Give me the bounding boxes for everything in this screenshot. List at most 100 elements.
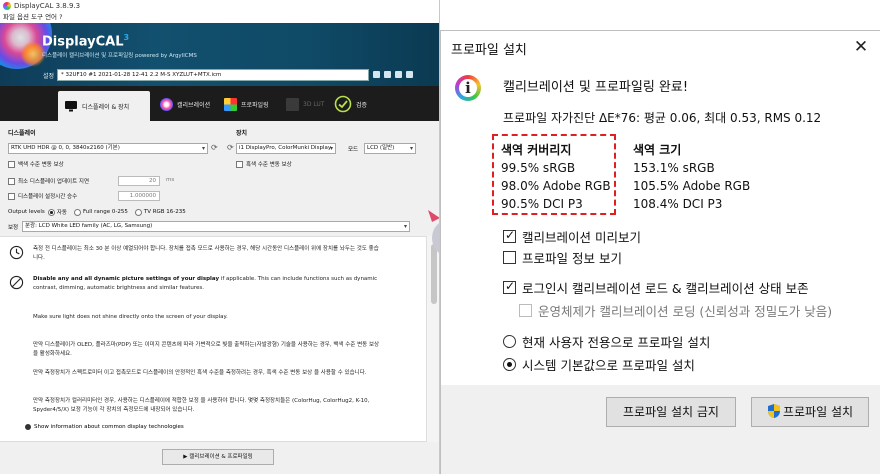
radio-dot	[503, 335, 516, 348]
white-level-drift-checkbox[interactable]: 백색 수준 변동 보상	[8, 160, 64, 168]
info-oled-text: 만약 디스플레이가 OLED, 플라즈마(PDP) 또는 이미지 콘텐츠에 따라…	[33, 342, 380, 357]
info-scrollbar[interactable]	[426, 236, 439, 442]
install-current-user-label: 현재 사용자 전용으로 프로파일 설치	[522, 335, 711, 350]
tab-3d-lut[interactable]: 3D LUT	[286, 91, 324, 117]
output-full-radio[interactable]: Full range 0-255	[73, 208, 128, 216]
dialog-footer: 프로파일 설치 금지 프로파일 설치	[441, 385, 880, 474]
tab-verification-label: 검증	[356, 101, 368, 109]
os-calibration-loading-checkbox[interactable]: 운영체제가 캘리브레이션 로딩 (신뢰성과 정밀도가 낮음)	[519, 301, 832, 320]
tab-verification[interactable]: 검증	[334, 91, 367, 117]
menu-bar[interactable]: 파일 옵션 도구 언어 ?	[0, 12, 439, 23]
output-full-label: Full range 0-255	[82, 209, 128, 215]
brand-title: DisplayCAL3	[42, 33, 130, 50]
tab-3d-lut-label: 3D LUT	[303, 100, 325, 108]
info-dynamic-text: Disable any and all dynamic picture sett…	[33, 275, 383, 292]
info-pane: 측정 전 디스플레이는 최소 30 분 이상 예열되어야 합니다. 장치를 접촉…	[0, 236, 426, 442]
display-tech-link-label: Show information about common display te…	[34, 424, 184, 430]
settle-multiplier-label: 디스플레이 설정시간 승수	[18, 194, 78, 200]
mode-select[interactable]: LCD (일반)	[364, 143, 416, 154]
profile-install-dialog: 프로파일 설치 ✕ i 캘리브레이션 및 프로파일링 완료! 프로파일 자가진단…	[440, 30, 880, 474]
display-icon	[65, 101, 77, 112]
settle-multiplier-checkbox[interactable]: 디스플레이 설정시간 승수	[8, 192, 77, 200]
app-banner: DisplayCAL3 디스플레이 캘리브레이션 및 프로파일링 powered…	[0, 23, 439, 86]
install-current-user-radio[interactable]: 현재 사용자 전용으로 프로파일 설치	[503, 332, 710, 351]
preview-calibration-checkbox[interactable]: 캘리브레이션 미리보기	[503, 227, 641, 246]
info-colorimeter-text: 만약 측정장치가 컬러리미터인 경우, 사용하는 디스플레이에 적합한 보정 을…	[33, 398, 370, 413]
install-profile-label: 프로파일 설치	[782, 405, 854, 419]
checkbox-box	[519, 304, 532, 317]
output-auto-radio[interactable]: 자동	[47, 208, 67, 216]
output-tv-radio[interactable]: TV RGB 16-235	[134, 208, 186, 216]
display-section-title: 디스플레이	[8, 130, 36, 137]
min-update-delay-input[interactable]: 20	[118, 176, 160, 186]
save-icon[interactable]	[384, 71, 391, 78]
tab-calibration[interactable]: 캘리브레이션	[160, 91, 210, 117]
ms-unit: ms	[166, 177, 175, 183]
refresh-device-icon[interactable]: ⟳	[227, 143, 234, 152]
correction-select[interactable]: 분광: LCD White LED family (AC, LG, Samsun…	[22, 221, 410, 232]
close-icon[interactable]: ✕	[849, 36, 873, 60]
output-auto-label: 자동	[56, 210, 67, 216]
checkbox-box	[8, 160, 15, 168]
volume-dci-p3: 108.4% DCI P3	[633, 197, 723, 211]
os-calibration-loading-label: 운영체제가 캘리브레이션 로딩 (신뢰성과 정밀도가 낮음)	[538, 304, 833, 319]
download-icon[interactable]	[406, 71, 413, 78]
display-tech-link[interactable]: Show information about common display te…	[25, 424, 184, 430]
correction-label: 보정	[8, 225, 19, 231]
settings-select[interactable]: * 32UF10 #1 2021-01-28 12-41 2.2 M-S XYZ…	[57, 69, 369, 81]
output-tv-label: TV RGB 16-235	[143, 209, 186, 215]
device-select[interactable]: i1 DisplayPro, ColorMunki Display	[236, 143, 336, 154]
checkbox-box	[236, 160, 243, 168]
radio-dot	[47, 208, 55, 216]
open-icon[interactable]	[373, 71, 380, 78]
settings-row: 설정 * 32UF10 #1 2021-01-28 12-41 2.2 M-S …	[0, 67, 439, 85]
radio-dot	[73, 208, 81, 216]
gamut-volume-heading: 색역 크기	[633, 143, 682, 157]
settings-toolbar	[373, 71, 413, 78]
load-calibration-on-login-checkbox[interactable]: 로그인시 캘리브레이션 로드 & 캘리브레이션 상태 보존	[503, 278, 809, 297]
display-select[interactable]: RTK UHD HDR @ 0, 0, 3840x2160 (기본)	[8, 143, 208, 154]
coverage-srgb: 99.5% sRGB	[501, 161, 576, 175]
settings-label: 설정	[43, 73, 55, 80]
self-check-result: 프로파일 자가진단 ΔE*76: 평균 0.06, 최대 0.53, RMS 0…	[503, 111, 822, 125]
info-icon	[25, 424, 31, 430]
displaycal-info-icon: i	[455, 75, 481, 101]
min-update-delay-checkbox[interactable]: 최소 디스플레이 업데이트 지연	[8, 177, 89, 185]
radio-dot	[134, 208, 142, 216]
checkbox-box	[503, 251, 516, 264]
show-profile-info-checkbox[interactable]: 프로파일 정보 보기	[503, 248, 622, 267]
no-dynamic-icon	[9, 275, 24, 290]
calibration-icon	[160, 97, 173, 111]
load-calibration-label: 로그인시 캘리브레이션 로드 & 캘리브레이션 상태 보존	[522, 281, 809, 296]
do-not-install-button[interactable]: 프로파일 설치 금지	[606, 397, 736, 427]
displaycal-main-window: DisplayCAL 3.8.9.3 파일 옵션 도구 언어 ? Display…	[0, 0, 440, 474]
profiling-icon	[224, 97, 237, 111]
settle-multiplier-input[interactable]: 1.000000	[118, 191, 160, 201]
calibrate-profile-button[interactable]: ▶ 캘리브레이션 & 프로파일링	[162, 449, 274, 465]
checkbox-box	[8, 177, 15, 185]
refresh-icon[interactable]: ⟳	[211, 143, 218, 152]
mascot-icon	[428, 210, 439, 253]
radio-dot	[503, 358, 516, 371]
delete-icon[interactable]	[395, 71, 402, 78]
checkbox-box	[8, 192, 15, 200]
install-system-default-radio[interactable]: 시스템 기본값으로 프로파일 설치	[503, 355, 695, 374]
gamut-coverage-heading: 색역 커버리지	[501, 143, 572, 157]
window-title: DisplayCAL 3.8.9.3	[14, 2, 81, 10]
install-profile-button[interactable]: 프로파일 설치	[751, 397, 869, 427]
output-levels-row: Output levels 자동 Full range 0-255 TV RGB…	[8, 208, 190, 216]
min-update-delay-label: 최소 디스플레이 업데이트 지연	[18, 179, 90, 185]
checkbox-box	[503, 279, 516, 294]
white-level-drift-label: 백색 수준 변동 보상	[18, 162, 64, 168]
coverage-dci-p3: 90.5% DCI P3	[501, 197, 583, 211]
window-titlebar: DisplayCAL 3.8.9.3	[0, 0, 439, 12]
volume-adobe-rgb: 105.5% Adobe RGB	[633, 179, 751, 193]
coverage-adobe-rgb: 98.0% Adobe RGB	[501, 179, 611, 193]
preview-calibration-label: 캘리브레이션 미리보기	[522, 230, 641, 245]
tab-display-device[interactable]: 디스플레이 & 장치	[58, 91, 150, 121]
tab-calibration-label: 캘리브레이션	[177, 101, 211, 109]
tab-profiling[interactable]: 프로파일링	[224, 91, 269, 117]
black-level-drift-checkbox[interactable]: 흑색 수준 변동 보상	[236, 160, 292, 168]
tab-profiling-label: 프로파일링	[241, 101, 269, 109]
brand-subtitle: 디스플레이 캘리브레이션 및 프로파일링 powered by ArgyllCM…	[42, 53, 197, 59]
